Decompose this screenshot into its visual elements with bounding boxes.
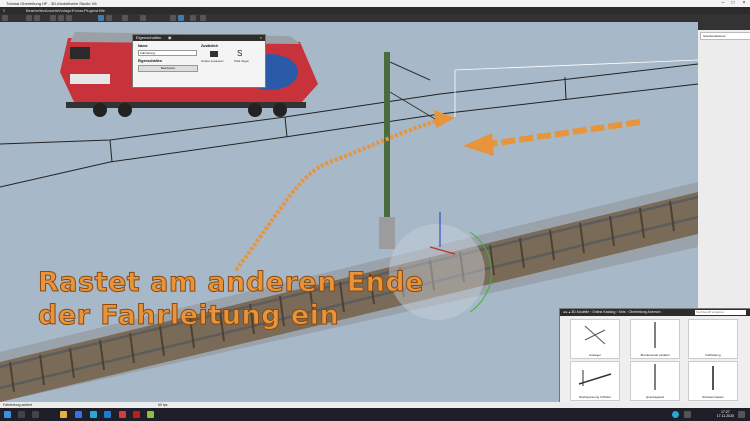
cut-icon[interactable] xyxy=(50,15,56,21)
action-left-label[interactable]: Gebiet anpassen xyxy=(201,59,224,63)
mail-icon[interactable] xyxy=(75,411,82,418)
close-icon[interactable]: × xyxy=(260,35,262,41)
layer-item[interactable]: Streckenbelemer xyxy=(700,32,750,40)
minimize-button[interactable]: – xyxy=(718,0,728,7)
pause-icon[interactable] xyxy=(170,15,176,21)
title-bar: Tutorial Oberleitung HF - 3D-Modellbahn … xyxy=(0,0,750,7)
adjust-terrain-icon[interactable] xyxy=(210,51,218,57)
notification-icon[interactable] xyxy=(738,411,745,418)
play-icon[interactable] xyxy=(178,15,184,21)
catalog-tile-bruckenmast[interactable]: Bruckenmast variabel xyxy=(630,319,680,359)
catalog-tile-quertragwerk[interactable]: Quertragwerk xyxy=(630,361,680,401)
menu-item-vorlage[interactable]: Vorlage xyxy=(58,8,72,13)
properties-title: Eigenschaften xyxy=(136,35,162,40)
maximize-button[interactable]: □ xyxy=(728,0,738,7)
breadcrumb-1[interactable]: 3D-Modelle xyxy=(571,310,589,314)
breadcrumb-4[interactable]: Oberleitung Anemon xyxy=(629,310,661,314)
menu-bar: ≡ Bearbeiten Ansicht Vorlage Extras Plug… xyxy=(0,7,750,14)
view-3d-icon[interactable] xyxy=(106,15,112,21)
app-icon-red[interactable] xyxy=(119,411,126,418)
save-icon[interactable] xyxy=(2,15,8,21)
camera-icon[interactable] xyxy=(122,15,128,21)
edge-icon[interactable] xyxy=(90,411,97,418)
tray-icon-2[interactable] xyxy=(684,411,691,418)
skip-icon[interactable] xyxy=(200,15,206,21)
breadcrumb-2[interactable]: Online-Katalog xyxy=(592,310,615,314)
overlay-caption-line2: der Fahrleitung ein xyxy=(37,300,340,332)
paste-icon[interactable] xyxy=(66,15,72,21)
task-view-icon[interactable] xyxy=(32,411,39,418)
name-field[interactable]: Fahrleitung xyxy=(138,50,197,56)
redo-icon[interactable] xyxy=(34,15,40,21)
menu-item-plugins[interactable]: Plugins xyxy=(84,8,97,13)
start-icon[interactable] xyxy=(4,411,11,418)
os-taskbar: 17:27 17.11.2020 xyxy=(0,408,750,421)
properties-header: Eigenschaften ◉ × xyxy=(133,35,265,41)
copy-icon[interactable] xyxy=(58,15,64,21)
straight-arrow xyxy=(489,119,641,147)
catalog-tile-streckenmasten[interactable]: Streckenmasten xyxy=(688,361,738,401)
menu-item-extras[interactable]: Extras xyxy=(72,8,83,13)
events-label: Eigenschaften xyxy=(138,59,162,63)
view-2d-icon[interactable] xyxy=(98,15,104,21)
catalog-header: ◂ ▸ ▴ 3D-Modelle › Online-Katalog › Sets… xyxy=(560,309,750,316)
close-button[interactable]: × xyxy=(739,0,749,7)
properties-panel: Eigenschaften ◉ × Name Fahrleitung Eigen… xyxy=(132,34,266,88)
tray-icon-1[interactable] xyxy=(672,411,679,418)
action-right-label[interactable]: Pfad folgen xyxy=(234,59,249,63)
catalog-tile-nachspannung[interactable]: Nachspannung 3 Pfeiler xyxy=(570,361,620,401)
catalog-tile-fahrleitung[interactable]: Fahrleitung xyxy=(688,319,738,359)
store-icon[interactable] xyxy=(104,411,111,418)
back-icon[interactable]: ◂ ▸ ▴ xyxy=(563,310,571,314)
menu-item-ansicht[interactable]: Ansicht xyxy=(45,8,58,13)
app-menu-icon[interactable]: ≡ xyxy=(3,8,5,13)
taskbar-clock[interactable]: 17:27 17.11.2020 xyxy=(717,410,734,418)
edit-button[interactable]: Bearbeiten xyxy=(138,65,198,72)
fps-counter: 60 fps xyxy=(158,403,168,407)
catalog-search-input[interactable]: Suchbegriff eingeben xyxy=(695,310,746,315)
pin-icon[interactable]: ◉ xyxy=(168,35,172,41)
name-label: Name xyxy=(138,44,148,48)
toolbar xyxy=(0,14,750,22)
layer-toolbar xyxy=(698,22,750,30)
status-message: Fahrleitung addiert xyxy=(3,403,33,407)
follow-path-icon[interactable]: S xyxy=(237,49,242,58)
search-icon[interactable] xyxy=(18,411,25,418)
undo-icon[interactable] xyxy=(26,15,32,21)
pdf-icon[interactable] xyxy=(133,411,140,418)
clock-date: 17.11.2020 xyxy=(716,414,734,418)
modellbahn-studio-icon[interactable] xyxy=(147,411,154,418)
overlay-caption-line1: Rastet am anderen Ende xyxy=(38,267,425,299)
mast-foundation xyxy=(379,217,395,249)
catalog-tile-ausleger[interactable]: Ausleger xyxy=(570,319,620,359)
extra-label: Zusätzlich xyxy=(201,44,219,48)
explorer-icon[interactable] xyxy=(60,411,67,418)
fast-forward-icon[interactable] xyxy=(190,15,196,21)
catalog-panel: ◂ ▸ ▴ 3D-Modelle › Online-Katalog › Sets… xyxy=(559,308,750,404)
select-icon[interactable] xyxy=(140,15,146,21)
window-title: Tutorial Oberleitung HF - 3D-Modellbahn … xyxy=(6,1,97,6)
menu-item-hilfe[interactable]: Hilfe xyxy=(97,8,105,13)
breadcrumb-3[interactable]: Sets xyxy=(619,310,626,314)
menu-item-bearbeiten[interactable]: Bearbeiten xyxy=(26,8,45,13)
